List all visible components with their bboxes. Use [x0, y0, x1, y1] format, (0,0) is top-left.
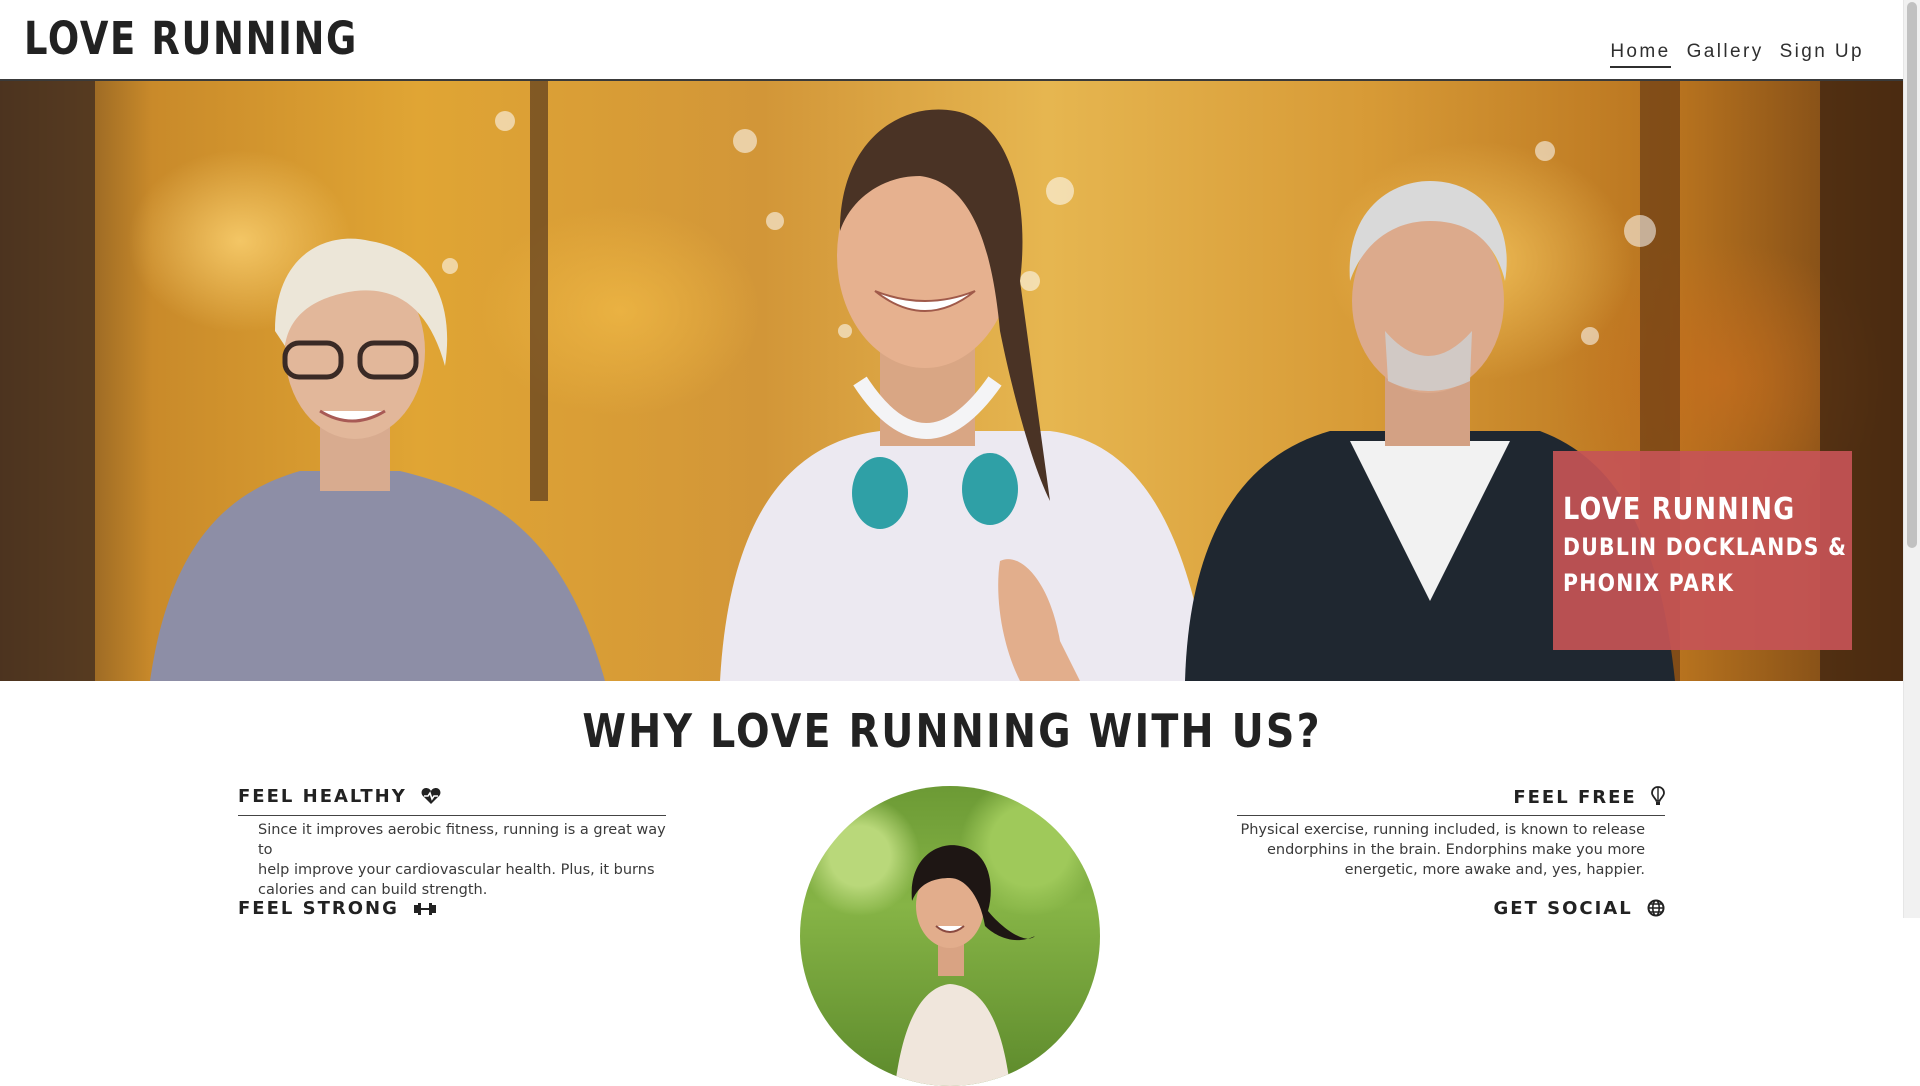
nav-home[interactable]: Home — [1610, 41, 1671, 68]
hero-banner: LOVE RUNNING DUBLIN DOCKLANDS & PHONIX P… — [0, 81, 1904, 681]
nav-gallery[interactable]: Gallery — [1687, 41, 1764, 68]
runner-circle-photo — [800, 786, 1100, 1086]
page-scrollbar[interactable] — [1903, 0, 1920, 918]
globe-icon — [1647, 899, 1665, 922]
feature-get-social-heading: GET SOCIAL — [1237, 898, 1665, 928]
runner-center — [720, 109, 1210, 681]
feature-feel-healthy-heading: FEEL HEALTHY — [238, 786, 666, 816]
feature-feel-free-text: Physical exercise, running included, is … — [1240, 822, 1645, 878]
feature-feel-healthy-text: Since it improves aerobic fitness, runni… — [258, 822, 666, 898]
feature-heading-text: FEEL STRONG — [238, 898, 399, 919]
nav-sign-up[interactable]: Sign Up — [1780, 41, 1864, 68]
section-title: WHY LOVE RUNNING WITH US? — [582, 704, 1322, 758]
scrollbar-thumb[interactable] — [1907, 2, 1917, 548]
hero-card-location-line1: DUBLIN DOCKLANDS & — [1563, 533, 1848, 561]
feature-heading-text: FEEL FREE — [1513, 787, 1637, 808]
main-nav: Home Gallery Sign Up — [1610, 41, 1864, 68]
dumbbell-icon — [413, 901, 437, 922]
feature-heading-text: FEEL HEALTHY — [238, 786, 407, 807]
site-logo[interactable]: LOVE RUNNING — [24, 12, 358, 65]
hot-air-balloon-icon — [1651, 786, 1665, 811]
feature-feel-strong-heading: FEEL STRONG — [238, 898, 666, 928]
hero-info-card: LOVE RUNNING DUBLIN DOCKLANDS & PHONIX P… — [1553, 451, 1852, 650]
heartbeat-icon — [421, 787, 441, 810]
site-header: LOVE RUNNING Home Gallery Sign Up — [0, 0, 1904, 81]
hero-card-title: LOVE RUNNING — [1563, 492, 1796, 527]
feature-heading-text: GET SOCIAL — [1493, 898, 1633, 919]
feature-feel-free-heading: FEEL FREE — [1237, 786, 1665, 816]
hero-card-location-line2: PHONIX PARK — [1563, 569, 1735, 597]
